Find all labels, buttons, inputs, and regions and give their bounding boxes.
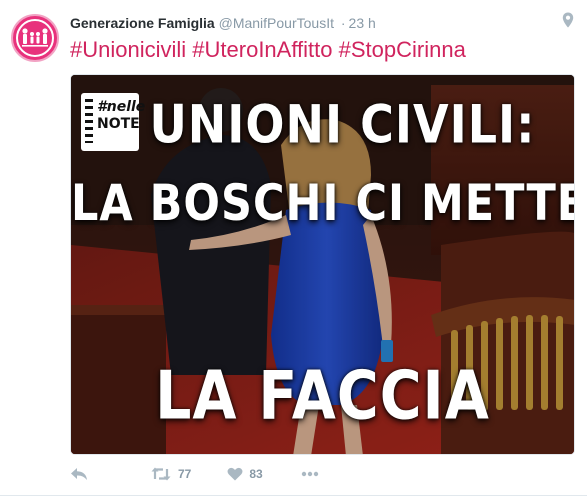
author-handle[interactable]: @ManifPourTousIt <box>219 15 334 31</box>
hashtag-link[interactable]: #UteroInAffitto <box>192 37 332 62</box>
image-headline-line3: LA FACCIA <box>155 357 490 435</box>
more-button[interactable] <box>301 471 319 477</box>
like-button[interactable]: 83 <box>227 467 263 481</box>
tweet-image[interactable]: #nelle NOTE UNIONI CIVILI: LA BOSCHI CI … <box>70 74 575 455</box>
heart-icon <box>227 467 243 481</box>
hashtag-link[interactable]: #Unionicivili <box>70 37 186 62</box>
author-name[interactable]: Generazione Famiglia <box>70 15 215 31</box>
retweet-icon <box>151 467 171 481</box>
retweet-button[interactable]: 77 <box>150 467 191 481</box>
image-headline-line2: LA BOSCHI CI METTE <box>71 175 575 233</box>
image-headline-line1: UNIONI CIVILI: <box>149 92 536 156</box>
hashtag-link[interactable]: #StopCirinna <box>339 37 466 62</box>
separator: · <box>340 15 346 31</box>
map-pin-icon[interactable] <box>562 12 574 33</box>
tweet-header: Generazione Famiglia @ManifPourTousIt · 2… <box>70 14 376 32</box>
tweet-text: #Unionicivili #UteroInAffitto #StopCirin… <box>70 36 466 64</box>
tweet-time[interactable]: 23 h <box>349 15 376 31</box>
retweet-count: 77 <box>178 467 192 481</box>
reply-icon <box>71 468 87 480</box>
more-icon <box>301 471 318 477</box>
reply-button[interactable] <box>70 467 88 481</box>
avatar[interactable] <box>11 14 59 62</box>
family-logo-icon <box>16 19 54 57</box>
tweet-card[interactable]: Generazione Famiglia @ManifPourTousIt · 2… <box>0 0 587 496</box>
tweet-actions: 77 83 <box>70 464 319 484</box>
like-count: 83 <box>249 467 263 481</box>
